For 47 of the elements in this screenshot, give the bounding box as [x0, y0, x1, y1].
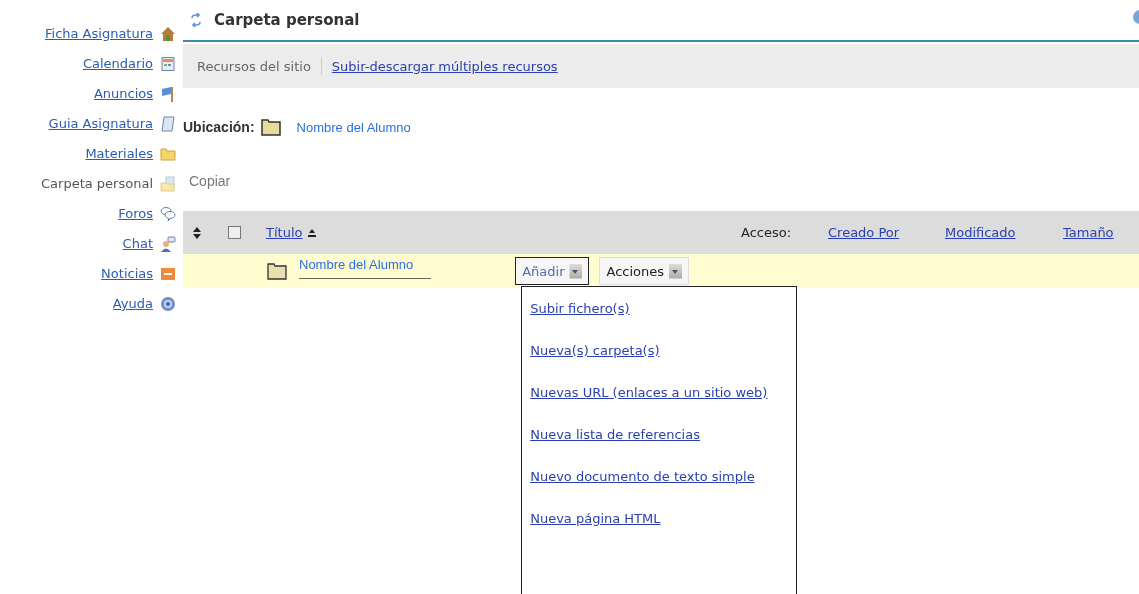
select-all-checkbox[interactable]: [228, 226, 241, 239]
size-column-header[interactable]: Tamaño: [1063, 225, 1114, 240]
calendar-icon: [160, 55, 176, 72]
menu-item[interactable]: Nueva página HTML: [530, 511, 789, 526]
house-icon: [160, 25, 176, 42]
sidebar-link[interactable]: Noticias: [101, 266, 153, 281]
copy-action[interactable]: Copiar: [189, 173, 231, 189]
speech-bubbles-icon: [160, 205, 176, 222]
sidebar-link[interactable]: Guia Asignatura: [48, 116, 153, 131]
sidebar-link[interactable]: Anuncios: [93, 86, 153, 101]
menu-item[interactable]: Nueva(s) carpeta(s): [530, 343, 789, 358]
page-title: Carpeta personal: [214, 11, 360, 29]
actions-dropdown-button[interactable]: Acciones: [599, 257, 690, 285]
toolbar-link[interactable]: Subir-descargar múltiples recursos: [331, 58, 558, 74]
sidebar-link[interactable]: Ayuda: [112, 296, 153, 311]
folder-icon: [160, 145, 176, 162]
refresh-icon[interactable]: [190, 13, 202, 27]
sidebar-item[interactable]: Carpeta personal: [41, 176, 153, 191]
access-column-header: Acceso:: [741, 225, 792, 240]
folder-icon: [160, 175, 176, 192]
document-icon: [160, 115, 176, 132]
sidebar-link[interactable]: Ficha Asignatura: [45, 26, 153, 41]
add-dropdown-button[interactable]: Añadir: [515, 257, 590, 285]
person-chat-icon: [160, 235, 176, 252]
menu-item[interactable]: Nuevas URL (enlaces a un sitio web): [530, 385, 789, 400]
sidebar-link[interactable]: Chat: [122, 236, 153, 251]
menu-item[interactable]: Nuevo documento de texto simple: [530, 469, 789, 484]
flag-icon: [160, 85, 176, 102]
folder-icon: [260, 118, 281, 136]
title-column-header[interactable]: Título: [266, 225, 303, 240]
caret-icon: [569, 263, 583, 279]
help-icon: [160, 295, 176, 312]
folder-link[interactable]: Nombre del Alumno: [299, 257, 432, 279]
sidebar-link[interactable]: Calendario: [82, 56, 153, 71]
caret-icon: [669, 263, 683, 279]
location-link[interactable]: Nombre del Alumno: [296, 119, 411, 135]
modified-column-header[interactable]: Modificado: [945, 225, 1016, 240]
created-by-column-header[interactable]: Creado Por: [828, 225, 900, 240]
location-label: Ubicación:: [183, 119, 255, 135]
menu-item[interactable]: Nueva lista de referencias: [530, 427, 789, 442]
sort-icon[interactable]: [193, 226, 201, 239]
toolbar-tab[interactable]: Recursos del sitio: [197, 58, 311, 74]
folder-icon: [267, 262, 287, 280]
sidebar-link[interactable]: Materiales: [85, 146, 153, 161]
sidebar-link[interactable]: Foros: [118, 206, 153, 221]
sort-ascending-icon[interactable]: [307, 227, 318, 238]
menu-item[interactable]: Subir fichero(s): [530, 301, 789, 316]
